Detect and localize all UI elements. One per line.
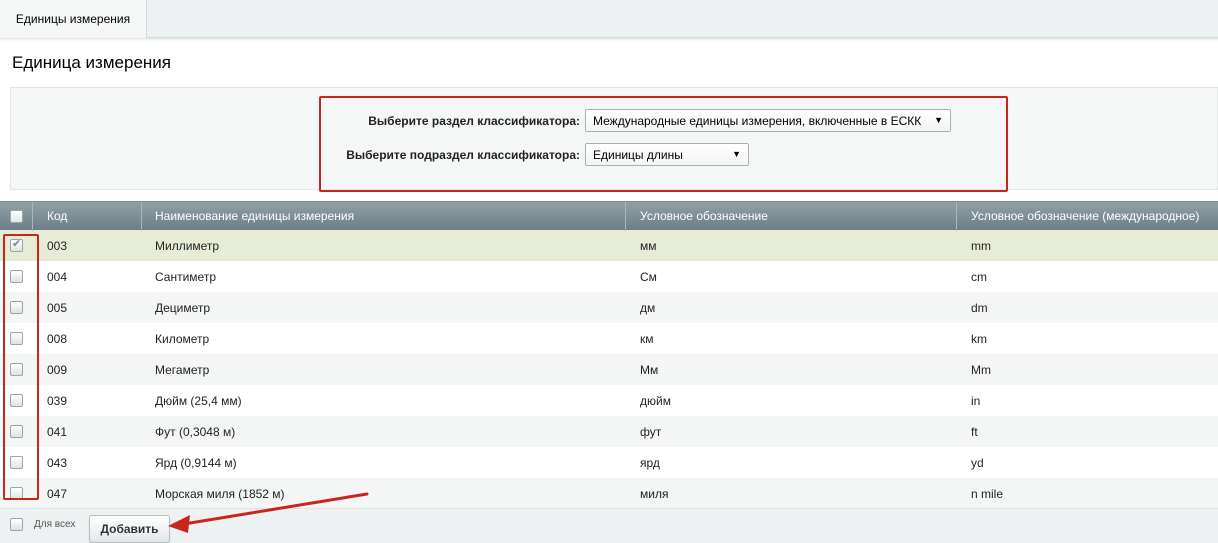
row-name: Километр xyxy=(155,331,210,346)
row-code: 009 xyxy=(47,362,68,377)
row-intl-symbol: km xyxy=(971,331,987,346)
tab-units-label: Единицы измерения xyxy=(15,12,131,26)
header-select-all[interactable] xyxy=(0,201,33,231)
row-intl-symbol: dm xyxy=(971,300,988,315)
row-code: 039 xyxy=(47,393,68,408)
row-code: 005 xyxy=(47,300,68,315)
row-code: 043 xyxy=(47,455,68,470)
table-row[interactable]: 043 Ярд (0,9144 м) ярд yd xyxy=(0,447,1218,478)
row-code: 041 xyxy=(47,424,68,439)
row-name: Ярд (0,9144 м) xyxy=(155,455,237,470)
for-all-label: Для всех xyxy=(34,519,76,530)
table-row[interactable]: 039 Дюйм (25,4 мм) дюйм in xyxy=(0,385,1218,416)
row-intl-symbol: n mile xyxy=(971,486,1004,501)
row-symbol: фут xyxy=(640,424,662,439)
row-intl-symbol: mm xyxy=(971,238,991,253)
row-symbol: миля xyxy=(640,486,669,501)
table-header: Код Наименование единицы измерения Услов… xyxy=(0,201,1218,231)
header-name[interactable]: Наименование единицы измерения xyxy=(142,201,626,231)
table-body: 003 Миллиметр мм mm 004 Сантиметр См cm 005 Децим… xyxy=(0,230,1218,509)
arrow-annotation-line xyxy=(182,492,369,526)
row-intl-symbol: cm xyxy=(971,269,987,284)
row-code: 008 xyxy=(47,331,68,346)
row-name: Мегаметр xyxy=(155,362,210,377)
row-code: 004 xyxy=(47,269,68,284)
row-intl-symbol: Mm xyxy=(971,362,991,377)
row-name: Дюйм (25,4 мм) xyxy=(155,393,242,408)
table-row[interactable]: 009 Мегаметр Мм Mm xyxy=(0,354,1218,385)
add-button[interactable]: Добавить xyxy=(89,515,170,543)
filter-highlight-annotation xyxy=(319,96,1008,192)
row-symbol: ярд xyxy=(640,455,660,470)
row-symbol: См xyxy=(640,269,657,284)
row-intl-symbol: ft xyxy=(971,424,978,439)
row-intl-symbol: yd xyxy=(971,455,984,470)
table-row[interactable]: 005 Дециметр дм dm xyxy=(0,292,1218,323)
tab-bar: Единицы измерения xyxy=(0,0,1218,38)
row-name: Миллиметр xyxy=(155,238,220,253)
table-row[interactable]: 041 Фут (0,3048 м) фут ft xyxy=(0,416,1218,447)
tab-units[interactable]: Единицы измерения xyxy=(0,0,147,38)
table-row[interactable]: 004 Сантиметр См cm xyxy=(0,261,1218,292)
row-intl-symbol: in xyxy=(971,393,981,408)
select-all-checkbox[interactable] xyxy=(9,209,23,223)
row-symbol: мм xyxy=(640,238,657,253)
page-title: Единица измерения xyxy=(12,53,171,72)
arrow-annotation-icon xyxy=(168,492,369,533)
row-symbol: дюйм xyxy=(640,393,671,408)
table-row[interactable]: 008 Километр км km xyxy=(0,323,1218,354)
units-table: Код Наименование единицы измерения Услов… xyxy=(0,201,1218,509)
header-intl-symbol[interactable]: Условное обозначение (международное) xyxy=(957,202,1218,231)
row-name: Сантиметр xyxy=(155,269,216,284)
header-code[interactable]: Код xyxy=(33,201,142,231)
row-code: 003 xyxy=(47,238,68,253)
tab-bar-shadow xyxy=(0,38,1218,41)
checkbox-column-highlight-annotation xyxy=(3,234,39,500)
row-symbol: Мм xyxy=(640,362,659,377)
table-row[interactable]: 003 Миллиметр мм mm xyxy=(0,230,1218,261)
row-code: 047 xyxy=(47,486,68,501)
row-name: Фут (0,3048 м) xyxy=(155,424,236,439)
arrow-annotation-head xyxy=(168,515,190,533)
header-symbol[interactable]: Условное обозначение xyxy=(626,201,957,231)
row-name: Дециметр xyxy=(155,300,211,315)
row-symbol: км xyxy=(640,331,654,346)
for-all-checkbox[interactable] xyxy=(10,518,23,531)
row-symbol: дм xyxy=(640,300,656,315)
